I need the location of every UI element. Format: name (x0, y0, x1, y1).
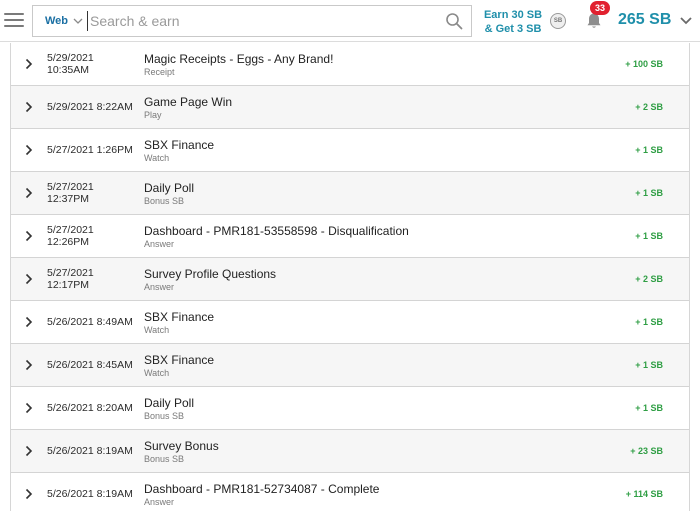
chevron-right-icon[interactable] (25, 359, 33, 371)
activity-row[interactable]: 5/26/2021 8:19AM Dashboard - PMR181-52734… (11, 473, 689, 511)
activity-type: Answer (144, 497, 175, 507)
activity-date-line1: 5/27/2021 (47, 267, 94, 279)
activity-amount: + 100 SB (625, 59, 663, 69)
activity-title: Magic Receipts - Eggs - Any Brand! (144, 52, 334, 66)
activity-title: Dashboard - PMR181-52734087 - Complete (144, 482, 380, 496)
activity-amount: + 1 SB (635, 231, 663, 241)
activity-type: Watch (144, 153, 170, 163)
activity-type: Play (144, 110, 162, 120)
activity-date-line1: 5/26/2021 8:19AM (47, 445, 133, 457)
activity-amount: + 1 SB (635, 317, 663, 327)
activity-title: Survey Profile Questions (144, 267, 277, 281)
activity-date-line1: 5/26/2021 8:45AM (47, 359, 133, 371)
chevron-right-icon[interactable] (25, 187, 33, 199)
activity-date: 5/27/2021 12:37PM (47, 181, 142, 205)
activity-row[interactable]: 5/27/2021 1:26PM SBX Finance Watch + 1 SB (11, 129, 689, 172)
chevron-right-icon[interactable] (25, 316, 33, 328)
activity-title: SBX Finance (144, 138, 215, 152)
earn-promo-line2: & Get 3 SB (484, 23, 542, 35)
activity-date-line1: 5/26/2021 8:20AM (47, 402, 133, 414)
chevron-right-icon[interactable] (25, 144, 33, 156)
activity-date-line2: 10:35AM (47, 64, 90, 76)
activity-row[interactable]: 5/29/2021 10:35AM Magic Receipts - Eggs - … (11, 43, 689, 86)
search-icon[interactable] (445, 12, 463, 30)
activity-date-line1: 5/27/2021 (47, 181, 94, 193)
chevron-down-icon (73, 18, 83, 24)
chevron-right-icon[interactable] (25, 488, 33, 500)
activity-date-line1: 5/27/2021 1:26PM (47, 144, 133, 156)
activity-date: 5/26/2021 8:45AM (47, 359, 142, 371)
activity-date-line2: 12:37PM (47, 193, 90, 205)
activity-type: Answer (144, 282, 175, 292)
chevron-right-icon[interactable] (25, 273, 33, 285)
top-bar: Web Earn 30 SB & Get 3 SB SB 33 265 SB (0, 0, 700, 42)
activity-date: 5/29/2021 10:35AM (47, 52, 142, 76)
chevron-right-icon[interactable] (25, 402, 33, 414)
activity-date-line1: 5/26/2021 8:49AM (47, 316, 133, 328)
chevron-down-icon[interactable] (680, 16, 692, 26)
chevron-right-icon[interactable] (25, 101, 33, 113)
activity-amount: + 1 SB (635, 360, 663, 370)
earn-promo-line1: Earn 30 SB (483, 9, 543, 21)
menu-icon[interactable] (4, 10, 24, 30)
activity-date: 5/29/2021 8:22AM (47, 101, 142, 113)
activity-date: 5/27/2021 1:26PM (47, 144, 142, 156)
chevron-right-icon[interactable] (25, 58, 33, 70)
activity-title: SBX Finance (144, 353, 215, 367)
activity-date: 5/26/2021 8:49AM (47, 316, 142, 328)
activity-date: 5/26/2021 8:19AM (47, 445, 142, 457)
activity-type: Watch (144, 368, 170, 378)
notification-count-badge[interactable]: 33 (590, 1, 610, 15)
activity-row[interactable]: 5/27/2021 12:37PM Daily Poll Bonus SB + 1 SB (11, 172, 689, 215)
activity-title: Dashboard - PMR181-53558598 - Disqualifi… (144, 224, 409, 238)
activity-date: 5/26/2021 8:20AM (47, 402, 142, 414)
activity-title: Survey Bonus (144, 439, 219, 453)
activity-date-line1: 5/27/2021 (47, 224, 94, 236)
sb-balance[interactable]: 265 SB (618, 11, 671, 29)
activity-title: Game Page Win (144, 95, 233, 109)
search-scope-dropdown[interactable]: Web (33, 6, 85, 36)
activity-date-line2: 12:17PM (47, 279, 90, 291)
activity-date-line1: 5/26/2021 8:19AM (47, 488, 133, 500)
chevron-right-icon[interactable] (25, 230, 33, 242)
activity-amount: + 1 SB (635, 188, 663, 198)
activity-row[interactable]: 5/27/2021 12:26PM Dashboard - PMR181-53558… (11, 215, 689, 258)
activity-type: Bonus SB (144, 411, 185, 421)
activity-row[interactable]: 5/26/2021 8:49AM SBX Finance Watch + 1 SB (11, 301, 689, 344)
sb-coin-icon[interactable]: SB (550, 13, 566, 29)
activity-amount: + 1 SB (635, 403, 663, 413)
activity-type: Watch (144, 325, 170, 335)
activity-date-line1: 5/29/2021 (47, 52, 94, 64)
activity-amount: + 1 SB (635, 145, 663, 155)
activity-amount: + 2 SB (635, 102, 663, 112)
activity-amount: + 114 SB (625, 489, 663, 499)
activity-title: Daily Poll (144, 396, 195, 410)
search-scope-label: Web (45, 15, 69, 27)
earn-promo-link[interactable]: Earn 30 SB & Get 3 SB (482, 8, 544, 36)
activity-date-line1: 5/29/2021 8:22AM (47, 101, 133, 113)
activity-row[interactable]: 5/29/2021 8:22AM Game Page Win Play + 2 SB (11, 86, 689, 129)
activity-type: Bonus SB (144, 196, 185, 206)
activity-row[interactable]: 5/27/2021 12:17PM Survey Profile Questions… (11, 258, 689, 301)
activity-row[interactable]: 5/26/2021 8:20AM Daily Poll Bonus SB + 1 SB (11, 387, 689, 430)
search-input[interactable] (87, 11, 437, 31)
activity-type: Bonus SB (144, 454, 185, 464)
activity-amount: + 2 SB (635, 274, 663, 284)
search-bar: Web (32, 5, 472, 37)
chevron-right-icon[interactable] (25, 445, 33, 457)
activity-date: 5/27/2021 12:26PM (47, 224, 142, 248)
activity-row[interactable]: 5/26/2021 8:19AM Survey Bonus Bonus SB + 23… (11, 430, 689, 473)
activity-date-line2: 12:26PM (47, 236, 90, 248)
activity-type: Answer (144, 239, 175, 249)
activity-amount: + 23 SB (630, 446, 663, 456)
activity-type: Receipt (144, 67, 175, 77)
activity-list: 5/29/2021 10:35AM Magic Receipts - Eggs - … (10, 43, 690, 511)
sb-coin-label: SB (553, 18, 563, 24)
activity-title: SBX Finance (144, 310, 215, 324)
activity-row[interactable]: 5/26/2021 8:45AM SBX Finance Watch + 1 SB (11, 344, 689, 387)
activity-date: 5/27/2021 12:17PM (47, 267, 142, 291)
activity-date: 5/26/2021 8:19AM (47, 488, 142, 500)
activity-title: Daily Poll (144, 181, 195, 195)
